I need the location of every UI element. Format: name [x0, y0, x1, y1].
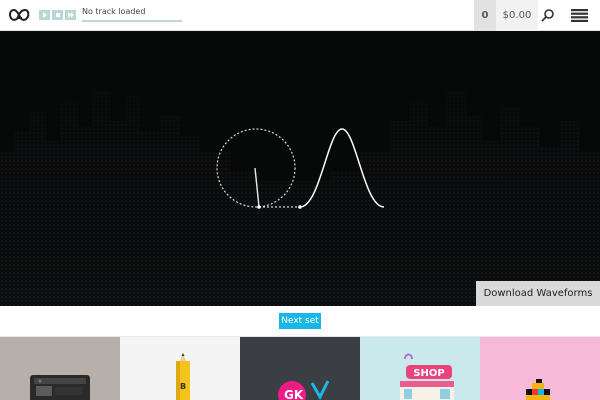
- hero-banner: Download Waveforms: [0, 31, 600, 306]
- stop-icon: [55, 13, 60, 17]
- track-label: No track loaded: [82, 7, 146, 16]
- pencil-icon: B: [176, 353, 190, 400]
- hamburger-menu-icon[interactable]: [571, 9, 588, 22]
- thumb-graffiti[interactable]: GK: [240, 337, 360, 400]
- play-icon: [42, 12, 47, 18]
- pencil-letter: B: [180, 382, 186, 391]
- graffiti-icon: GK: [278, 380, 330, 400]
- player-controls: [39, 10, 76, 20]
- play-button[interactable]: [39, 10, 50, 20]
- search-icon[interactable]: [541, 8, 555, 22]
- pixel-art-icon: [526, 379, 550, 400]
- thumbnail-strip: B GK SHOP: [0, 337, 600, 400]
- shop-icon: SHOP: [400, 353, 454, 400]
- next-set-row: Next set: [0, 306, 600, 337]
- logo-icon[interactable]: [8, 6, 30, 24]
- waveform-background: [0, 31, 600, 306]
- track-progress-bar[interactable]: [82, 20, 182, 22]
- radio-icon: [30, 375, 90, 400]
- cart-count[interactable]: 0: [474, 0, 496, 31]
- shop-sign-text: SHOP: [413, 368, 444, 379]
- cart-total[interactable]: $0.00: [496, 0, 538, 31]
- track-info: No track loaded: [82, 7, 182, 22]
- download-waveforms-button[interactable]: Download Waveforms: [476, 281, 600, 306]
- next-icon: [67, 12, 74, 18]
- thumb-shop[interactable]: SHOP: [360, 337, 480, 400]
- top-bar: No track loaded 0 $0.00: [0, 0, 600, 31]
- thumb-pixel[interactable]: [480, 337, 600, 400]
- stop-button[interactable]: [52, 10, 63, 20]
- thumb-radio[interactable]: [0, 337, 120, 400]
- thumb-pencil[interactable]: B: [120, 337, 240, 400]
- next-set-button[interactable]: Next set: [279, 313, 321, 329]
- next-button[interactable]: [65, 10, 76, 20]
- graffiti-text: GK: [284, 388, 304, 400]
